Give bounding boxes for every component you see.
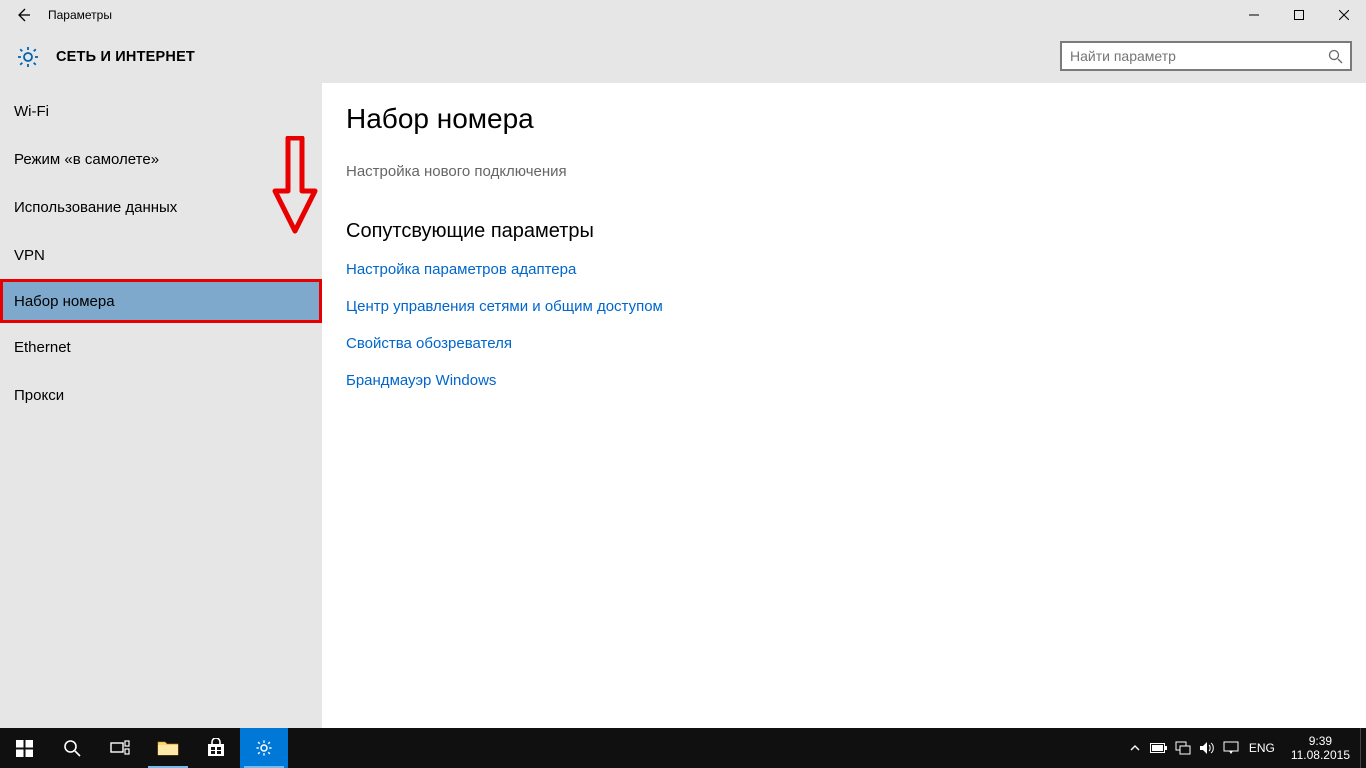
back-button[interactable] [8,0,38,30]
sidebar-item-label: VPN [14,247,45,264]
tray-battery[interactable] [1147,728,1171,768]
chevron-up-icon [1130,743,1140,753]
gear-icon [16,45,40,69]
page-title: Набор номера [346,103,1366,135]
tray-date: 11.08.2015 [1291,748,1350,762]
network-icon [1175,741,1191,755]
folder-icon [157,739,179,757]
start-button[interactable] [0,728,48,768]
sidebar-item-label: Набор номера [14,293,115,310]
sidebar-item-label: Wi-Fi [14,103,49,120]
sidebar-item-vpn[interactable]: VPN [0,231,322,279]
search-icon [1328,49,1343,64]
sidebar-item-data-usage[interactable]: Использование данных [0,183,322,231]
tray-volume[interactable] [1195,728,1219,768]
link-adapter-settings[interactable]: Настройка параметров адаптера [346,261,1366,278]
volume-icon [1199,741,1215,755]
search-box[interactable] [1060,41,1352,71]
category-title: СЕТЬ И ИНТЕРНЕТ [56,49,195,65]
sidebar: Wi-Fi Режим «в самолете» Использование д… [0,83,322,728]
close-button[interactable] [1321,0,1366,30]
content-pane: Набор номера Настройка нового подключени… [322,83,1366,728]
link-internet-options[interactable]: Свойства обозревателя [346,335,1366,352]
related-heading: Сопутсвующие параметры [346,220,1366,243]
tray-network[interactable] [1171,728,1195,768]
search-icon-wrap[interactable] [1320,49,1350,64]
sidebar-item-label: Режим «в самолете» [14,151,159,168]
tray-action-center[interactable] [1219,728,1243,768]
task-view-icon [110,740,130,756]
new-connection-link[interactable]: Настройка нового подключения [346,163,567,180]
sidebar-item-dialup[interactable]: Набор номера [0,279,322,323]
search-icon [63,739,81,757]
tray-language[interactable]: ENG [1243,741,1281,755]
search-input[interactable] [1062,48,1320,64]
gear-icon [255,739,273,757]
minimize-button[interactable] [1231,0,1276,30]
action-center-icon [1223,741,1239,755]
search-button[interactable] [48,728,96,768]
sidebar-item-wifi[interactable]: Wi-Fi [0,87,322,135]
settings-window: Параметры СЕТЬ И ИНТЕРНЕТ [0,0,1366,728]
sidebar-item-airplane[interactable]: Режим «в самолете» [0,135,322,183]
maximize-icon [1294,10,1304,20]
sidebar-item-ethernet[interactable]: Ethernet [0,323,322,371]
taskbar-app-store[interactable] [192,728,240,768]
maximize-button[interactable] [1276,0,1321,30]
windows-logo-icon [16,740,33,757]
minimize-icon [1249,10,1259,20]
header-band: СЕТЬ И ИНТЕРНЕТ [0,30,1366,83]
title-bar: Параметры [0,0,1366,30]
battery-icon [1150,742,1168,754]
tray-overflow-button[interactable] [1123,728,1147,768]
window-controls [1231,0,1366,30]
sidebar-item-proxy[interactable]: Прокси [0,371,322,419]
show-desktop-button[interactable] [1360,728,1366,768]
sidebar-item-label: Использование данных [14,199,177,216]
tray-clock[interactable]: 9:39 11.08.2015 [1281,734,1360,762]
system-tray: ENG 9:39 11.08.2015 [1123,728,1366,768]
taskbar-app-explorer[interactable] [144,728,192,768]
sidebar-item-label: Прокси [14,387,64,404]
tray-time: 9:39 [1291,734,1350,748]
body: Wi-Fi Режим «в самолете» Использование д… [0,83,1366,728]
window-title: Параметры [48,8,112,22]
taskbar-app-settings[interactable] [240,728,288,768]
arrow-left-icon [15,7,31,23]
store-icon [206,738,226,758]
sidebar-item-label: Ethernet [14,339,71,356]
link-windows-firewall[interactable]: Брандмауэр Windows [346,372,1366,389]
settings-gear-icon[interactable] [14,43,42,71]
task-view-button[interactable] [96,728,144,768]
close-icon [1339,10,1349,20]
taskbar: ENG 9:39 11.08.2015 [0,728,1366,768]
link-network-sharing-center[interactable]: Центр управления сетями и общим доступом [346,298,1366,315]
